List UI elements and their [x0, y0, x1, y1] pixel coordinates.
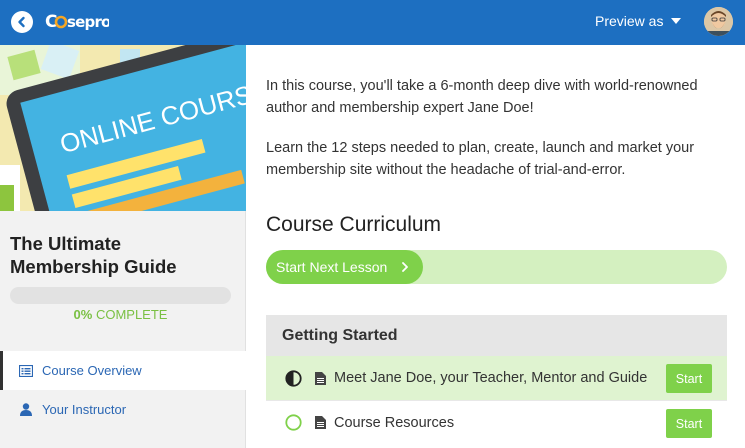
lesson-title[interactable]: Meet Jane Doe, your Teacher, Mentor and …	[334, 370, 647, 386]
top-bar: C seproof Preview as	[0, 0, 745, 45]
caret-down-icon	[671, 18, 682, 24]
start-lesson-button[interactable]: Start	[666, 364, 712, 393]
start-next-lesson-label: Start Next Lesson	[276, 259, 388, 275]
course-description: In this course, you'll take a 6-month de…	[266, 75, 736, 181]
preview-as-dropdown[interactable]: Preview as	[595, 13, 682, 29]
curriculum-heading: Course Curriculum	[266, 213, 442, 236]
lesson-row[interactable]: Course Resources Start	[266, 400, 727, 444]
lesson-title[interactable]: Course Resources	[334, 415, 454, 431]
progress-bar	[10, 287, 231, 304]
sidebar-item-your-instructor[interactable]: Your Instructor	[0, 390, 246, 429]
course-hero-image: ONLINE COURSES	[0, 45, 246, 211]
section-title[interactable]: Getting Started	[266, 315, 727, 356]
user-avatar-image	[704, 7, 733, 36]
intro-paragraph: Learn the 12 steps needed to plan, creat…	[266, 140, 695, 178]
lesson-row[interactable]: Meet Jane Doe, your Teacher, Mentor and …	[266, 356, 727, 400]
main-content: In this course, you'll take a 6-month de…	[246, 45, 745, 448]
preview-as-label: Preview as	[595, 13, 664, 29]
svg-text:seproof: seproof	[67, 13, 109, 31]
avatar[interactable]	[704, 7, 733, 36]
start-next-lesson-button[interactable]: Start Next Lesson	[266, 250, 423, 284]
user-icon	[18, 402, 34, 418]
document-icon	[314, 416, 326, 430]
progress-text: 0% COMPLETE	[10, 307, 231, 322]
sidebar-nav: Course Overview Your Instructor	[0, 351, 246, 429]
next-lesson-track: Start Next Lesson	[266, 250, 727, 284]
intro-paragraph: In this course, you'll take a 6-month de…	[266, 78, 698, 116]
brand-logo[interactable]: C seproof	[45, 9, 109, 33]
document-icon	[314, 371, 326, 385]
section-getting-started: Getting Started Meet Jane Doe, your Teac…	[266, 315, 727, 444]
sidebar-item-course-overview[interactable]: Course Overview	[0, 351, 246, 390]
course-title: The Ultimate Membership Guide	[10, 233, 177, 277]
caseproof-logo: C seproof	[45, 12, 109, 32]
progress-percent: 0%	[73, 307, 93, 322]
chevron-left-icon	[18, 16, 25, 28]
chevron-right-icon	[402, 262, 409, 272]
sidebar-item-label: Your Instructor	[42, 402, 127, 417]
start-lesson-button[interactable]: Start	[666, 409, 712, 438]
online-courses-illustration: ONLINE COURSES	[0, 45, 246, 211]
empty-circle-icon	[284, 414, 302, 432]
sidebar-item-label: Course Overview	[42, 363, 142, 378]
sidebar: ONLINE COURSES The Ultimate Membership G…	[0, 45, 246, 448]
half-circle-icon	[284, 369, 302, 387]
progress-label: COMPLETE	[95, 307, 168, 322]
back-button[interactable]	[11, 11, 33, 33]
list-icon	[18, 363, 34, 379]
